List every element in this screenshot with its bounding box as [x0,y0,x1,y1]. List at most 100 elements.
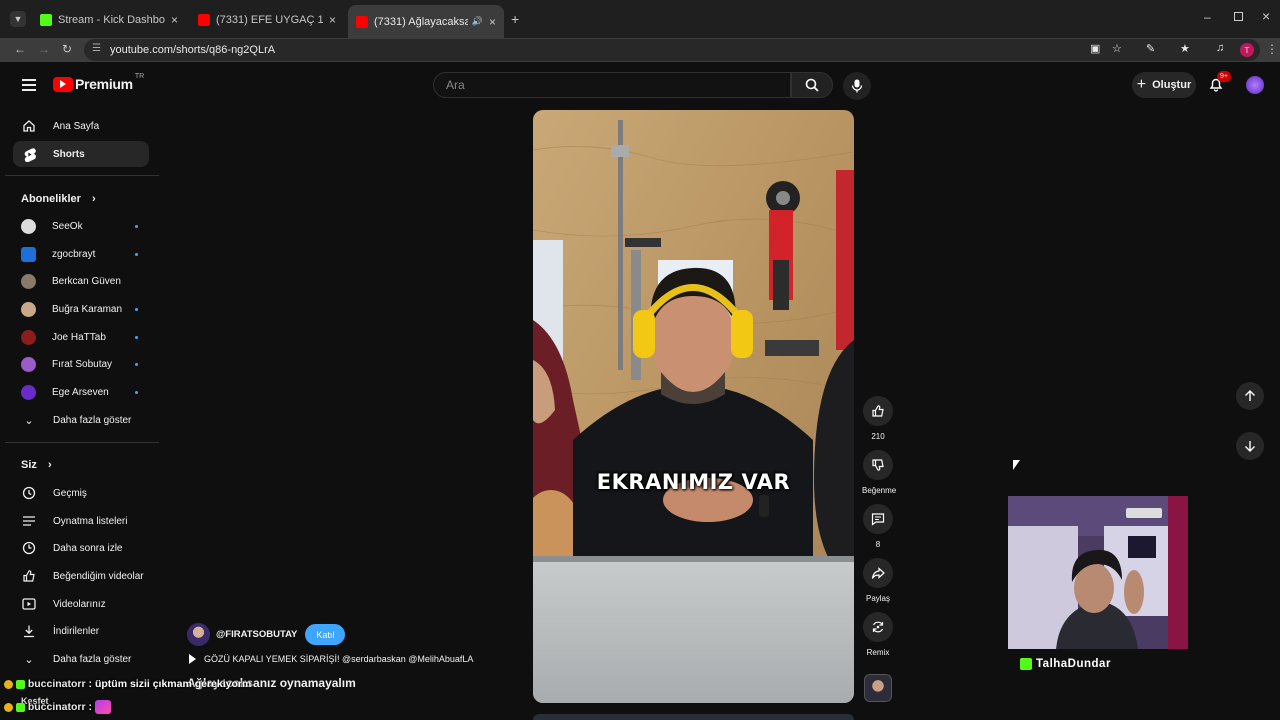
browser-tab-kick[interactable]: Stream - Kick Dashboard × [32,7,186,33]
you-heading[interactable]: Siz › [21,459,52,471]
audio-playing-icon[interactable]: 🔊 [472,16,483,27]
thumbs-down-icon [872,459,884,471]
short-channel-row: @FIRATSOBUTAY Katıl [187,623,346,646]
short-music-row[interactable]: GÖZÜ KAPALI YEMEK SİPARİŞİ! @serdarbaska… [189,654,473,664]
media-control-icon[interactable]: ♫ [1216,42,1224,54]
sidebar-item-watch-later[interactable]: Daha sonra izle [13,535,149,561]
sidebar-item-shorts[interactable]: Shorts [13,141,149,167]
close-tab-icon[interactable]: × [329,13,336,27]
dislike-action[interactable]: Beğenme [862,450,896,495]
short-video-player[interactable]: EKRANIMIZ VAR [533,110,854,703]
sidebar-sub-firat[interactable]: Fırat Sobutay [13,352,149,376]
channel-avatar [21,218,36,234]
sidebar-sub-ege[interactable]: Ege Arseven [13,380,149,404]
site-info-icon[interactable]: ☰ [92,43,101,54]
sidebar-item-liked[interactable]: Beğendiğim videolar [13,563,149,589]
profile-avatar[interactable]: T [1240,43,1254,57]
extensions-icon[interactable]: ✎ [1146,42,1155,55]
account-avatar[interactable] [1246,76,1264,94]
sidebar-item-playlists[interactable]: Oynatma listeleri [13,508,149,534]
new-content-dot [135,362,138,366]
comment-action[interactable]: 8 [862,504,894,549]
browser-tab-youtube-active[interactable]: (7331) Ağlayacaksanız oyna 🔊 × [348,5,504,38]
chat-message: buccinatorr : [4,700,111,714]
forward-icon[interactable]: → [38,42,50,56]
close-window-button[interactable]: × [1262,8,1270,24]
youtube-logo[interactable]: Premium TR [53,73,144,92]
like-action[interactable]: 210 [862,396,894,441]
share-action[interactable]: Paylaş [862,558,894,603]
playlist-icon [21,513,37,529]
hamburger-menu-icon[interactable] [22,79,36,91]
thumbs-up-icon [872,405,884,417]
bookmarks-icon[interactable]: ★ [1180,42,1190,55]
close-tab-icon[interactable]: × [489,15,496,29]
plus-icon: + [1136,76,1147,93]
bookmark-star-icon[interactable]: ☆ [1112,42,1122,55]
chat-emote [94,700,111,714]
remix-icon [872,621,884,633]
sidebar-show-more-subs[interactable]: ⌄ Daha fazla göster [13,407,149,433]
restore-button[interactable] [1234,12,1243,21]
join-button[interactable]: Katıl [305,624,346,645]
video-caption: EKRANIMIZ VAR [596,470,791,494]
channel-avatar [21,356,36,372]
new-content-dot [135,252,138,256]
sidebar-item-your-videos[interactable]: Videolarınız [13,591,149,617]
sidebar-item-history[interactable]: Geçmiş [13,480,149,506]
search-input[interactable]: Ara [433,72,791,98]
webcam-frame [1008,496,1188,649]
next-short-preview[interactable] [533,714,854,720]
minimize-button[interactable]: – [1204,10,1211,24]
voice-search-button[interactable] [843,72,871,100]
sidebar-show-more-you[interactable]: ⌄ Daha fazla göster [13,646,149,672]
browser-tab-youtube-efe[interactable]: (7331) EFE UYGAÇ 10 YABANCI × [190,7,344,33]
address-bar[interactable]: ☰ youtube.com/shorts/q86-ng2QLrA ▣ ☆ ✎ ★… [84,39,1260,61]
search-icon [805,78,819,92]
create-button[interactable]: + Oluştur [1132,72,1196,98]
sidebar-divider [5,442,159,443]
sidebar-sub-berkcan[interactable]: Berkcan Güven [13,269,149,293]
sidebar-item-home[interactable]: Ana Sayfa [13,113,149,139]
chat-username: buccinatorr [27,700,86,713]
subscriptions-heading[interactable]: Abonelikler › [21,193,96,205]
sidebar-sub-joe[interactable]: Joe HaTTab [13,325,149,349]
install-app-icon[interactable]: ▣ [1090,42,1100,55]
shorts-icon [21,146,37,162]
chat-message: buccinatorr : üptüm sizii çıkmam gerekiy… [4,678,251,690]
microphone-icon [851,79,863,93]
like-icon [21,568,37,584]
close-tab-icon[interactable]: × [171,13,178,27]
share-icon [871,567,885,579]
channel-avatar [21,329,36,345]
channel-avatar [21,301,36,317]
tab-search-button[interactable]: ▼ [10,11,26,27]
chat-badge-icon [4,702,13,712]
next-short-button[interactable] [1236,432,1264,460]
sidebar-sub-zgocbrayt[interactable]: zgocbrayt [13,242,149,266]
url-text: youtube.com/shorts/q86-ng2QLrA [110,44,276,56]
streamer-name-label: TalhaDundar [1020,658,1111,670]
back-icon[interactable]: ← [14,42,26,56]
notifications-button[interactable]: 9+ [1208,71,1231,94]
previous-short-button[interactable] [1236,382,1264,410]
chat-badge-icon [15,702,25,712]
remix-action[interactable]: Remix [862,612,894,657]
chevron-right-icon: › [47,459,52,471]
chevron-down-icon: ⌄ [24,414,34,427]
sidebar-item-downloads[interactable]: İndirilenler [13,618,149,644]
sidebar-sub-seeok[interactable]: SeeOk [13,214,149,238]
chat-badge-icon [15,679,25,689]
sound-source-thumbnail[interactable] [864,674,892,702]
sidebar-sub-bugra[interactable]: Buğra Karaman [13,297,149,321]
channel-avatar[interactable] [187,623,210,646]
reload-icon[interactable]: ↻ [62,42,72,56]
new-tab-button[interactable]: + [511,11,519,27]
browser-tab-strip: ▼ Stream - Kick Dashboard × (7331) EFE U… [0,0,1280,38]
download-icon [21,623,37,639]
channel-handle[interactable]: @FIRATSOBUTAY [216,629,297,640]
browser-menu-icon[interactable]: ⋮ [1266,42,1278,56]
kick-favicon-icon [40,14,52,26]
search-button[interactable] [791,72,833,98]
mouse-cursor-icon [1013,460,1020,470]
